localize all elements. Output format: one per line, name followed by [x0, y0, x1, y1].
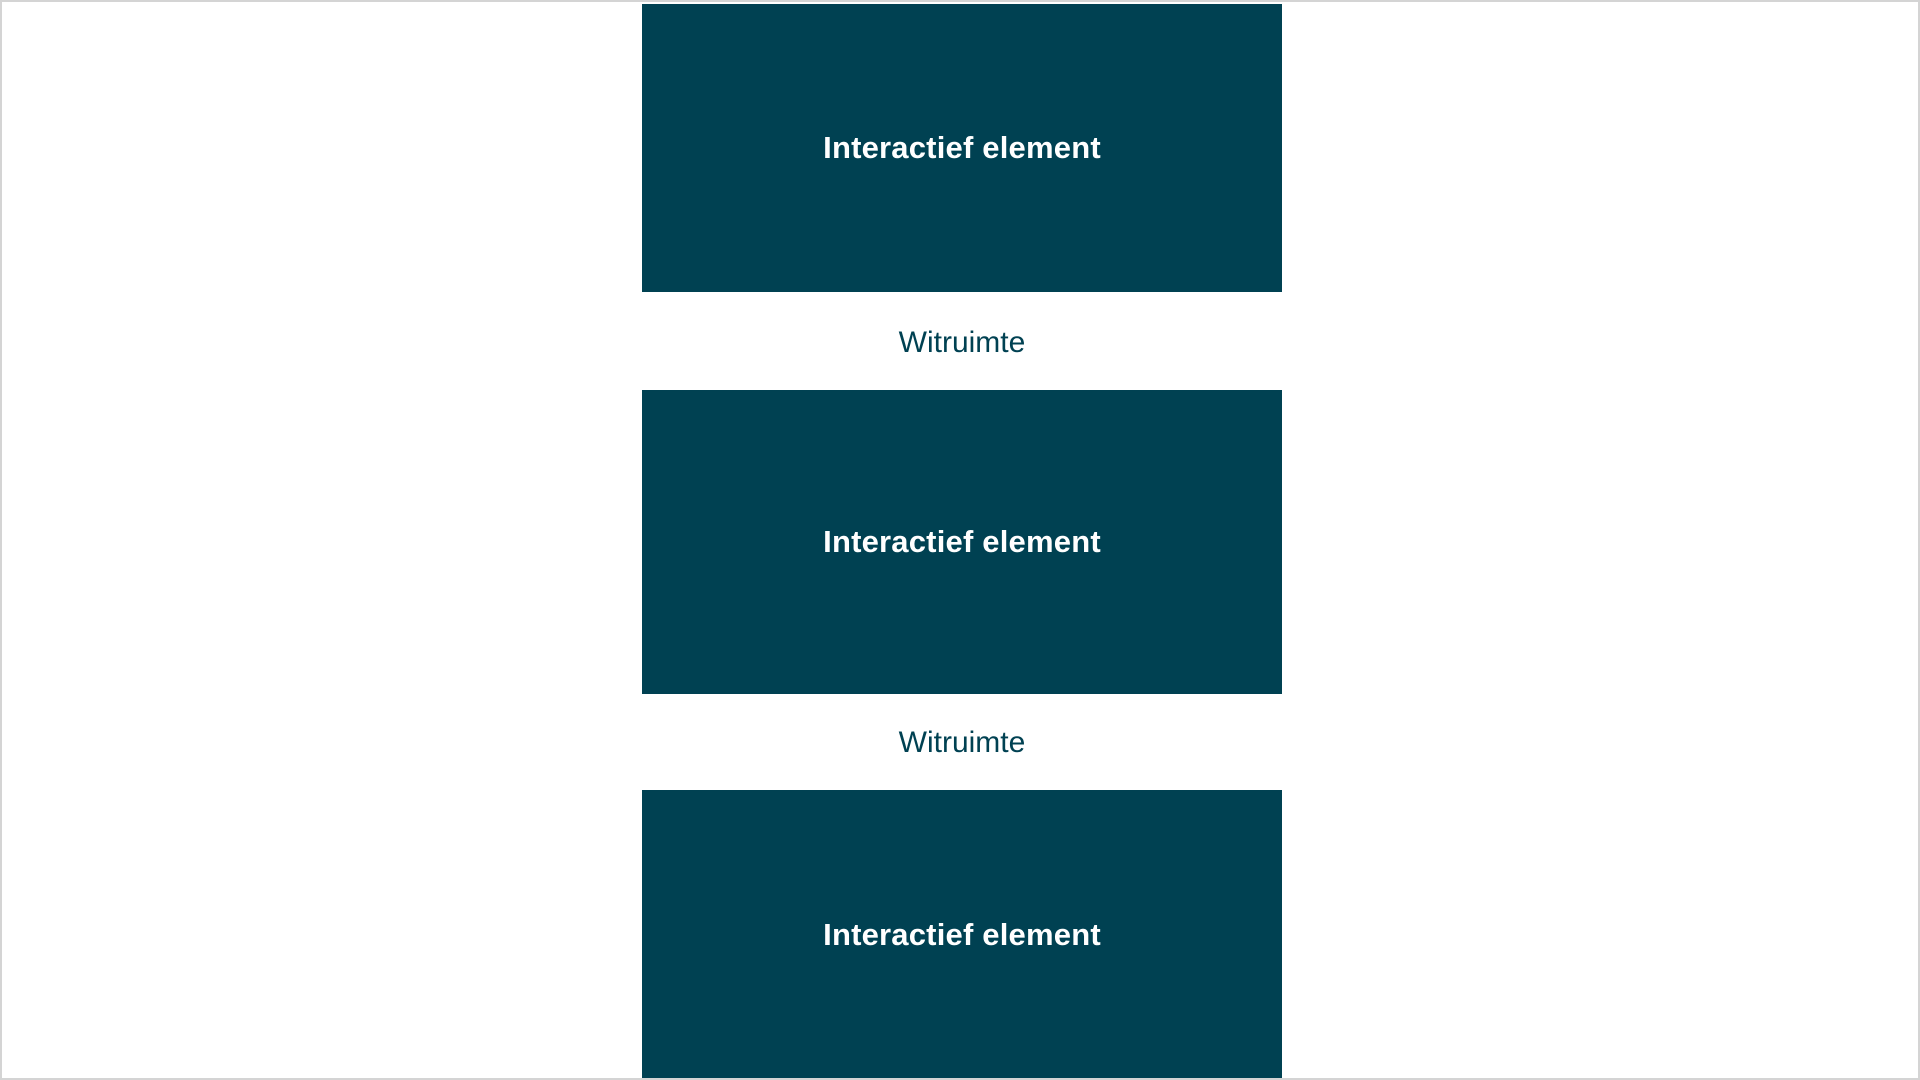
block-label: Interactief element	[823, 524, 1101, 559]
spacing-diagram: Interactief element Witruimte Interactie…	[0, 0, 1920, 1080]
interactive-element-block-1: Interactief element	[642, 4, 1282, 292]
interactive-element-block-3: Interactief element	[642, 790, 1282, 1078]
whitespace-label-1: Witruimte	[898, 326, 1026, 359]
block-label: Interactief element	[823, 130, 1101, 165]
whitespace-label-2: Witruimte	[898, 726, 1026, 759]
interactive-element-block-2: Interactief element	[642, 390, 1282, 694]
block-label: Interactief element	[823, 917, 1101, 952]
